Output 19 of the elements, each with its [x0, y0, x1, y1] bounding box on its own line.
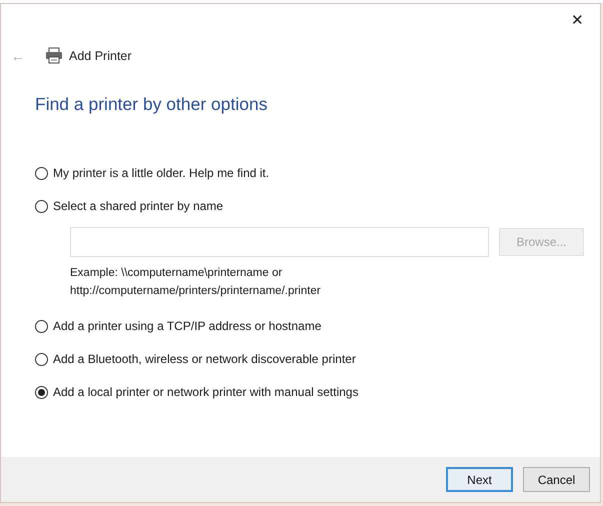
example-text: http://computername/printers/printername/.printer: [70, 284, 322, 299]
cancel-button[interactable]: Cancel: [523, 467, 590, 492]
next-button[interactable]: Next: [446, 467, 513, 492]
radio-button[interactable]: [35, 166, 48, 180]
printer-icon: [45, 47, 63, 64]
radio-button[interactable]: [35, 200, 48, 212]
option-label[interactable]: Select a shared printer by name: [53, 199, 224, 213]
option-label[interactable]: Add a local printer or network printer with manual settings: [53, 385, 358, 399]
radio-button[interactable]: [35, 320, 48, 332]
option-label[interactable]: My printer is a little older. Help me find it.: [53, 166, 270, 180]
option-label[interactable]: Add a printer using a TCP/IP address or hostname: [53, 319, 322, 333]
close-button[interactable]: ✕: [569, 10, 586, 32]
example-text: Example: \\computername\printername or: [70, 266, 284, 281]
window-title: Add Printer: [69, 48, 132, 62]
radio-button[interactable]: [35, 352, 48, 366]
radio-button[interactable]: [35, 386, 48, 398]
page-heading: Find a printer by other options: [35, 94, 268, 115]
printer-name-field[interactable]: [70, 227, 489, 257]
option-label[interactable]: Add a Bluetooth, wireless or network discoverable printer: [53, 352, 356, 366]
